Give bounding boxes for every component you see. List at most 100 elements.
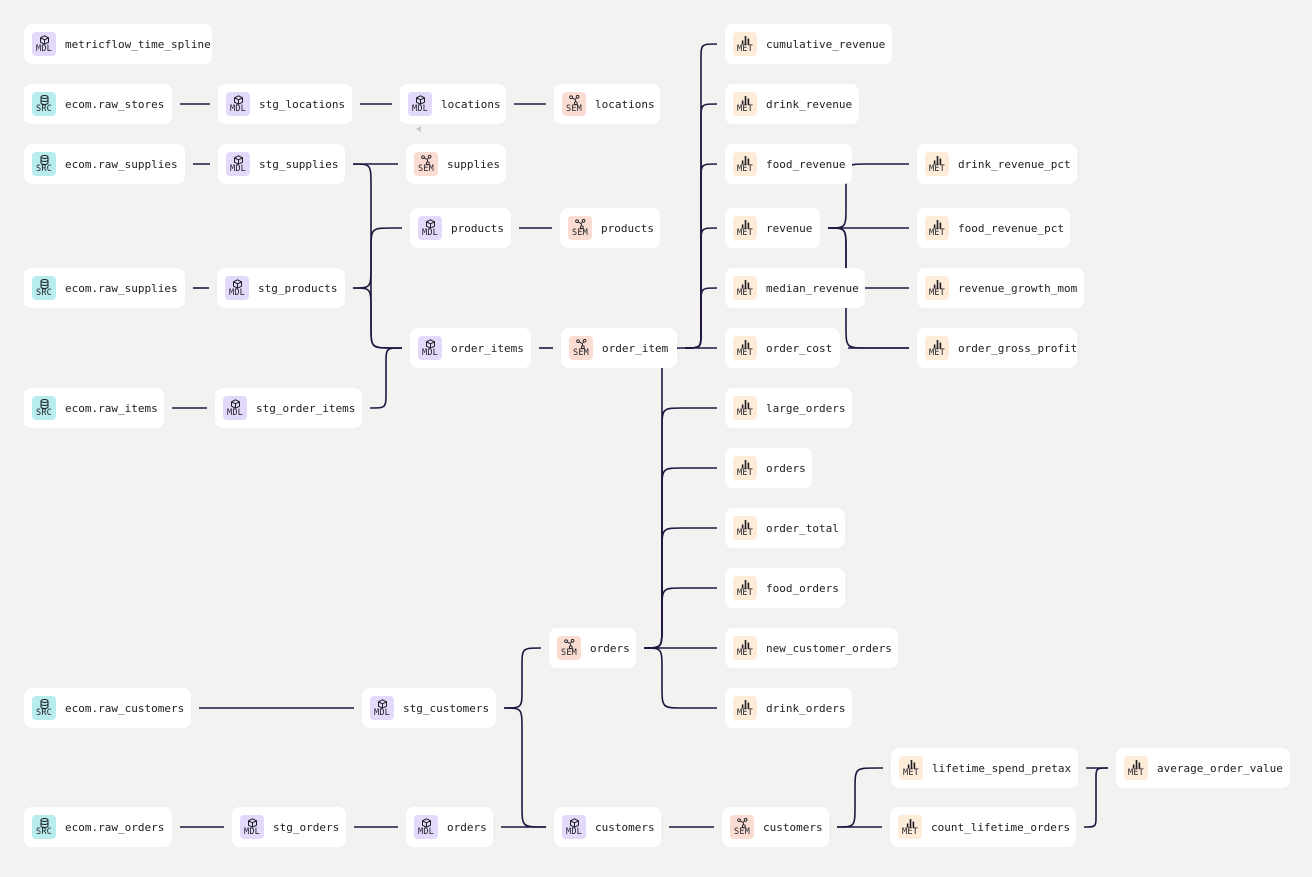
database-icon	[39, 398, 50, 409]
node-src-ecom-raw-items[interactable]: SRC ecom.raw_items	[24, 388, 164, 428]
node-sem-customers[interactable]: SEM customers	[722, 807, 829, 847]
node-met-order-gross-profit[interactable]: MET order_gross_profit	[917, 328, 1077, 368]
node-met-lifetime-spend-pretax[interactable]: MET lifetime_spend_pretax	[891, 748, 1078, 788]
database-icon	[39, 698, 50, 709]
bar-chart-icon	[740, 699, 751, 709]
edge-stg_order_items-to-order_items_mdl	[369, 347, 403, 409]
node-src-ecom-raw-supplies[interactable]: SRC ecom.raw_supplies	[24, 144, 185, 184]
node-mdl-stg-order-items[interactable]: MDL stg_order_items	[215, 388, 362, 428]
node-sem-order-item[interactable]: SEM order_item	[561, 328, 677, 368]
node-mdl-stg-locations[interactable]: MDL stg_locations	[218, 84, 352, 124]
node-mdl-stg-supplies[interactable]: MDL stg_supplies	[218, 144, 345, 184]
sem-badge: SEM	[414, 152, 438, 176]
node-label: cumulative_revenue	[766, 37, 886, 51]
cube-icon	[377, 698, 388, 709]
node-met-drink-orders[interactable]: MET drink_orders	[725, 688, 852, 728]
node-label: ecom.raw_items	[65, 401, 158, 415]
node-mdl-stg-customers[interactable]: MDL stg_customers	[362, 688, 496, 728]
node-mdl-products[interactable]: MDL products	[410, 208, 511, 248]
badge-type-label: MET	[737, 407, 753, 418]
node-label: order_items	[451, 341, 524, 355]
sem-badge: SEM	[562, 92, 586, 116]
src-badge: SRC	[32, 815, 56, 839]
node-sem-locations[interactable]: SEM locations	[554, 84, 660, 124]
node-label: stg_customers	[403, 701, 490, 715]
node-label: food_revenue	[766, 157, 846, 171]
edge-orders_sem-to-drink_orders	[643, 647, 717, 709]
node-met-average-order-value[interactable]: MET average_order_value	[1116, 748, 1290, 788]
edges-layer	[172, 43, 1109, 828]
node-label: customers	[595, 820, 655, 834]
met-badge: MET	[925, 216, 949, 240]
edge-stg_products-to-order_items_mdl	[352, 287, 402, 349]
node-label: lifetime_spend_pretax	[932, 761, 1072, 775]
node-mdl-customers[interactable]: MDL customers	[554, 807, 661, 847]
bar-chart-icon	[740, 459, 751, 469]
node-label: stg_order_items	[256, 401, 356, 415]
database-icon	[39, 817, 50, 828]
semantic-graph-icon	[568, 94, 580, 105]
node-src-ecom-raw-stores[interactable]: SRC ecom.raw_stores	[24, 84, 172, 124]
node-mdl-locations[interactable]: MDL locations	[400, 84, 506, 124]
node-mdl-order-items[interactable]: MDL order_items	[410, 328, 531, 368]
node-sem-supplies[interactable]: SEM supplies	[406, 144, 506, 184]
node-label: locations	[441, 97, 501, 111]
met-badge: MET	[899, 756, 923, 780]
node-mdl-orders[interactable]: MDL orders	[406, 807, 493, 847]
node-met-order-total[interactable]: MET order_total	[725, 508, 845, 548]
semantic-graph-icon	[420, 154, 432, 165]
badge-type-label: SEM	[566, 103, 582, 114]
sem-badge: SEM	[730, 815, 754, 839]
node-met-orders[interactable]: MET orders	[725, 448, 812, 488]
node-met-food-revenue[interactable]: MET food_revenue	[725, 144, 852, 184]
node-label: locations	[595, 97, 655, 111]
node-met-count-lifetime-orders[interactable]: MET count_lifetime_orders	[890, 807, 1076, 847]
node-mdl-metricflow-time-spline[interactable]: MDL metricflow_time_spline	[24, 24, 212, 64]
node-met-cumulative-revenue[interactable]: MET cumulative_revenue	[725, 24, 892, 64]
node-met-new-customer-orders[interactable]: MET new_customer_orders	[725, 628, 898, 668]
node-met-drink-revenue-pct[interactable]: MET drink_revenue_pct	[917, 144, 1077, 184]
bar-chart-icon	[932, 219, 943, 229]
node-src-ecom-raw-orders[interactable]: SRC ecom.raw_orders	[24, 807, 172, 847]
node-label: products	[451, 221, 504, 235]
badge-type-label: MET	[737, 287, 753, 298]
node-label: stg_locations	[259, 97, 346, 111]
badge-type-label: SRC	[36, 163, 52, 174]
node-met-revenue[interactable]: MET revenue	[725, 208, 820, 248]
edge-stg_customers-to-customers_mdl	[503, 707, 546, 828]
met-badge: MET	[733, 396, 757, 420]
bar-chart-icon	[740, 35, 751, 45]
badge-type-label: MET	[903, 767, 919, 778]
bar-chart-icon	[905, 818, 916, 828]
node-met-order-cost[interactable]: MET order_cost	[725, 328, 840, 368]
met-badge: MET	[733, 32, 757, 56]
node-mdl-stg-orders[interactable]: MDL stg_orders	[232, 807, 346, 847]
node-mdl-stg-products[interactable]: MDL stg_products	[217, 268, 345, 308]
cube-icon	[39, 34, 50, 45]
collapse-marker-icon[interactable]	[416, 126, 421, 132]
node-met-drink-revenue[interactable]: MET drink_revenue	[725, 84, 859, 124]
node-label: customers	[763, 820, 823, 834]
bar-chart-icon	[740, 519, 751, 529]
met-badge: MET	[925, 276, 949, 300]
node-sem-orders[interactable]: SEM orders	[549, 628, 636, 668]
node-met-food-revenue-pct[interactable]: MET food_revenue_pct	[917, 208, 1070, 248]
node-met-revenue-growth-mom[interactable]: MET revenue_growth_mom	[917, 268, 1084, 308]
database-icon	[39, 278, 50, 289]
node-met-median-revenue[interactable]: MET median_revenue	[725, 268, 865, 308]
badge-type-label: MDL	[229, 287, 245, 298]
met-badge: MET	[733, 516, 757, 540]
met-badge: MET	[733, 152, 757, 176]
mdl-badge: MDL	[240, 815, 264, 839]
badge-type-label: MET	[929, 347, 945, 358]
lineage-canvas[interactable]: MDL metricflow_time_spline SRC ecom.raw_sto…	[0, 0, 1312, 877]
cube-icon	[233, 94, 244, 105]
met-badge: MET	[898, 815, 922, 839]
node-src-ecom-raw-customers[interactable]: SRC ecom.raw_customers	[24, 688, 191, 728]
edge-stg_supplies-to-order_items_mdl	[352, 163, 402, 349]
node-met-large-orders[interactable]: MET large_orders	[725, 388, 852, 428]
bar-chart-icon	[740, 219, 751, 229]
node-met-food-orders[interactable]: MET food_orders	[725, 568, 845, 608]
node-src-ecom-raw-supplies[interactable]: SRC ecom.raw_supplies	[24, 268, 185, 308]
node-sem-products[interactable]: SEM products	[560, 208, 660, 248]
